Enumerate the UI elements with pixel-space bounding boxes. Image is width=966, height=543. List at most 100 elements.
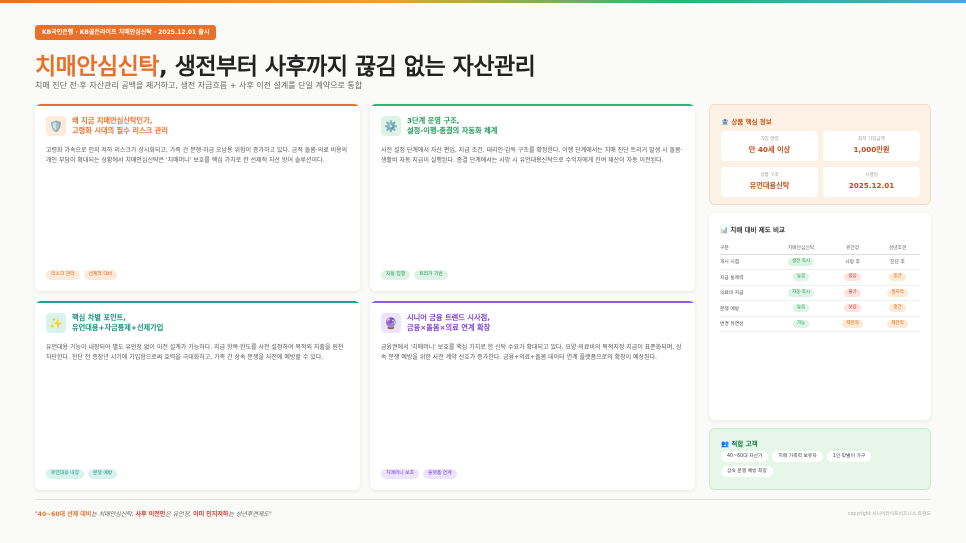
- card-why-now: 🛡️ 왜 지금 치매안심신탁인가, 고령화 시대의 필수 리스크 관리 고령화 …: [35, 104, 360, 291]
- card-title: 핵심 차별 포인트, 유언대용+자금통제+선제가입: [72, 313, 342, 333]
- card-accent-bar: [370, 104, 695, 106]
- comparison-title-text: 치매 대비 제도 비교: [730, 226, 785, 234]
- status-pill: 없음: [844, 273, 861, 282]
- status-pill: 절차적: [887, 288, 908, 297]
- crystal-ball-icon: 🔮: [381, 313, 401, 333]
- product-info-title-text: 상품 핵심 정보: [731, 118, 772, 126]
- info-value: 유언대용신탁: [749, 181, 790, 190]
- tag: 트리거 기반: [414, 270, 448, 280]
- shield-icon: 🛡️: [46, 116, 66, 136]
- table-cell: 없음: [830, 269, 876, 286]
- table-cell: 사망 후: [830, 254, 876, 270]
- info-cell: 최저 가입금액 1,000만원: [823, 131, 920, 161]
- gear-icon: ⚙️: [381, 116, 401, 136]
- info-value: 만 40세 이상: [748, 145, 791, 154]
- target-customers-title-text: 적합 고객: [731, 440, 758, 448]
- column-header: 구분: [720, 241, 772, 255]
- table-cell: 절차적: [875, 285, 920, 301]
- info-label: 상품 구조: [760, 173, 779, 178]
- table-cell: 생전 즉시: [771, 254, 831, 270]
- table-header-row: 구분 치매안심신탁 유언장 성년후견: [720, 241, 920, 255]
- card-accent-bar: [370, 301, 695, 303]
- tag: 선제적 대비: [83, 270, 118, 280]
- table-cell: 자동·즉시: [771, 285, 831, 301]
- card-title: 시니어 금융 트렌드 시사점, 금융×돌봄×의료 연계 확장: [407, 313, 677, 333]
- card-tags: 유언대용 내장 분쟁 예방: [46, 469, 118, 479]
- page: KB국민은행 · KB골든라이프 치매안심신탁 · 2025.12.01 출시 …: [0, 0, 966, 543]
- row-label: 분쟁 예방: [720, 300, 772, 317]
- comparison-table: 구분 치매안심신탁 유언장 성년후견 개시 시점 생전 즉시 사망 후 진단 후…: [720, 241, 920, 332]
- info-label: 최저 가입금액: [858, 137, 885, 142]
- table-cell: 낮음: [830, 300, 876, 317]
- bank-icon: 🏦: [721, 118, 730, 126]
- status-pill: 자동·즉시: [788, 288, 815, 297]
- card-title-line2: 고령화 시대의 필수 리스크 관리: [72, 126, 168, 135]
- table-row: 분쟁 예방 높음 낮음 중간: [720, 300, 920, 317]
- status-pill: 높음: [792, 273, 810, 282]
- table-row: 개시 시점 생전 즉시 사망 후 진단 후: [720, 254, 920, 270]
- copyright: copyright 시니어라이프비즈니스 트렌드: [847, 512, 931, 517]
- launch-badge: KB국민은행 · KB골든라이프 치매안심신탁 · 2025.12.01 출시: [35, 25, 217, 40]
- tag: 자동 집행: [381, 270, 411, 280]
- info-value: 2025.12.01: [848, 181, 895, 190]
- card-title-line1: 핵심 차별 포인트,: [72, 313, 127, 322]
- table-row: 변경 유연성 가능 제한적 제한적: [720, 316, 920, 332]
- card-accent-bar: [35, 301, 360, 303]
- footer-key-2: 사후 이전만: [135, 511, 166, 518]
- info-label: 시행일: [865, 173, 878, 178]
- table-cell: 진단 후: [875, 254, 920, 270]
- sparkle-icon: ✨: [46, 313, 66, 333]
- footer-key-3: 이미 인지저하: [193, 511, 229, 518]
- title-highlight: 치매안심신탁: [35, 54, 159, 80]
- info-cell: 상품 구조 유언대용신탁: [721, 167, 818, 197]
- customer-chip: 1인·맞벌이 가구: [826, 451, 872, 462]
- column-header: 성년후견: [875, 241, 920, 255]
- footer-text-1: 는 치매안심신탁,: [91, 511, 136, 518]
- row-label: 변경 유연성: [720, 316, 772, 332]
- table-cell: 높음: [771, 300, 831, 317]
- customer-chips: 40~60대 자산가 치매 가족력 보유자 1인·맞벌이 가구 상속 분쟁 예방…: [721, 451, 926, 477]
- status-pill: 중간: [889, 273, 906, 282]
- info-cell: 가입 연령 만 40세 이상: [721, 131, 818, 161]
- comparison-panel: 📊 치매 대비 제도 비교 구분 치매안심신탁 유언장 성년후견 개시 시점 생…: [709, 213, 931, 420]
- card-body: 유언대용 기능이 내장되어 별도 유언장 없이 이전 설계가 가능하다. 지급 …: [46, 344, 344, 361]
- row-label: 개시 시점: [720, 254, 772, 270]
- info-cell: 시행일 2025.12.01: [823, 167, 920, 197]
- card-tags: 자동 집행 트리거 기반: [381, 270, 448, 280]
- page-title: 치매안심신탁, 생전부터 사후까지 끊김 없는 자산관리: [35, 47, 536, 81]
- tag: 유언대용 내장: [46, 469, 85, 479]
- card-body: 사전 설정 단계에서 자산 편입, 지급 조건, 대리인·감독 구조를 확정한다…: [381, 147, 683, 164]
- footer-key-1: 40~60대 선제 대비: [37, 511, 92, 518]
- table-row: 지급 통제력 높음 없음 중간: [720, 269, 920, 286]
- card-tags: 리스크 관리 선제적 대비: [46, 270, 118, 280]
- card-senior-trends: 🔮 시니어 금융 트렌드 시사점, 금융×돌봄×의료 연계 확장 금융권에서 '…: [370, 301, 695, 490]
- target-customers-title: 👥 적합 고객: [721, 438, 758, 448]
- status-pill: 가능: [792, 319, 810, 328]
- table-cell: 높음: [771, 269, 831, 286]
- product-info-title: 🏦 상품 핵심 정보: [721, 116, 772, 126]
- status-pill: 제한적: [887, 319, 908, 328]
- info-label: 가입 연령: [760, 137, 779, 142]
- card-title-line2: 설정-이행-종결의 자동화 체계: [407, 126, 498, 135]
- tag: 분쟁 예방: [88, 469, 118, 479]
- customer-chip: 상속 분쟁 예방 희망: [721, 466, 773, 477]
- status-pill: 불가: [844, 288, 861, 297]
- comparison-title: 📊 치매 대비 제도 비교: [720, 224, 785, 234]
- page-subtitle: 치매 진단 전·후 자산관리 공백을 제거하고, 생전 자금흐름 + 사후 이전…: [35, 81, 363, 90]
- table-row: 의료비 지급 자동·즉시 불가 절차적: [720, 285, 920, 301]
- card-accent-bar: [35, 104, 360, 106]
- card-title: 3단계 운영 구조, 설정-이행-종결의 자동화 체계: [407, 116, 677, 136]
- card-title-line2: 금융×돌봄×의료 연계 확장: [407, 323, 491, 332]
- card-title-line2: 유언대용+자금통제+선제가입: [72, 323, 164, 332]
- tag: 플랫폼 연계: [423, 469, 457, 479]
- title-rest: , 생전부터 사후까지 끊김 없는 자산관리: [158, 54, 536, 80]
- column-header: 유언장: [830, 241, 876, 255]
- card-body: 금융권에서 '치매머니' 보호를 핵심 가치로 한 신탁 수요가 확대되고 있다…: [381, 344, 682, 361]
- table-cell: 가능: [771, 316, 831, 332]
- column-header: 치매안심신탁: [771, 241, 831, 255]
- customer-chip: 40~60대 자산가: [721, 451, 769, 462]
- table-cell: 불가: [830, 285, 876, 301]
- card-three-stage: ⚙️ 3단계 운영 구조, 설정-이행-종결의 자동화 체계 사전 설정 단계에…: [370, 104, 695, 291]
- status-pill: 생전 즉시: [788, 257, 815, 266]
- product-info-panel: 🏦 상품 핵심 정보 가입 연령 만 40세 이상 최저 가입금액 1,000만…: [709, 104, 931, 205]
